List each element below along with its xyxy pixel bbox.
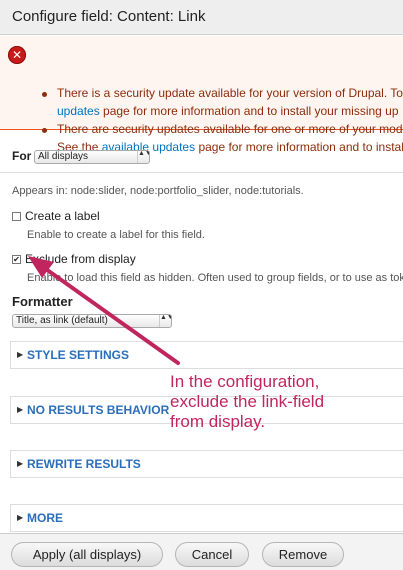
create-label-row[interactable]: Create a label [12,209,100,223]
formatter-label: Formatter [12,294,73,309]
collapse-triangle-icon: ▶ [17,405,24,414]
fieldset-label[interactable]: REWRITE RESULTS [27,457,141,471]
formatter-select-value: Title, as link (default) [16,315,108,326]
message-line: There is a security update available for… [57,86,403,100]
remove-button[interactable]: Remove [262,542,344,567]
fieldset-more[interactable]: ▶ MORE [10,504,403,532]
formatter-select[interactable]: Title, as link (default) ▲▼ [12,314,172,328]
for-label: For [12,149,32,163]
exclude-label: Exclude from display [25,252,136,266]
create-label-label: Create a label [25,209,100,223]
apply-button[interactable]: Apply (all displays) [11,542,163,567]
exclude-row[interactable]: ✔ Exclude from display [12,252,136,266]
divider [0,172,403,173]
for-select-value: All displays [38,151,89,162]
annotation-line: In the configuration, [170,372,320,391]
cancel-button[interactable]: Cancel [175,542,249,567]
annotation-text: In the configuration, exclude the link-f… [170,372,324,432]
error-icon: ✕ [8,46,26,64]
appears-in-text: Appears in: node:slider, node:portfolio_… [12,185,304,197]
collapse-triangle-icon: ▶ [17,350,24,359]
annotation-line: from display. [170,412,266,431]
dialog-title-bar: Configure field: Content: Link [0,0,403,35]
exclude-description: Enable to load this field as hidden. Oft… [27,272,403,284]
select-arrows-icon: ▲▼ [137,151,149,163]
bullet [42,128,47,133]
collapse-triangle-icon: ▶ [17,459,24,468]
message-line: updates page for more information and to… [57,104,399,118]
bullet [42,92,47,97]
for-row: For All displays ▲▼ [0,146,403,168]
select-arrows-icon: ▲▼ [159,315,171,327]
error-messages: ✕ There is a security update available f… [0,36,403,154]
fieldset-rewrite-results[interactable]: ▶ REWRITE RESULTS [10,450,403,478]
collapse-triangle-icon: ▶ [17,513,24,522]
updates-link[interactable]: updates [57,104,100,118]
annotation-line: exclude the link-field [170,392,325,411]
fieldset-label[interactable]: MORE [27,511,63,525]
exclude-checkbox[interactable]: ✔ [12,255,21,265]
message-line: There are security updates available for… [57,122,403,136]
fieldset-style-settings[interactable]: ▶ STYLE SETTINGS [10,341,403,369]
dialog-footer: Apply (all displays) Cancel Remove [0,533,403,570]
dialog-title: Configure field: Content: Link [12,8,206,25]
fieldset-label[interactable]: STYLE SETTINGS [27,348,129,362]
fieldset-label[interactable]: NO RESULTS BEHAVIOR [27,403,169,417]
create-label-checkbox[interactable] [12,212,21,222]
create-label-description: Enable to create a label for this field. [27,229,205,241]
for-select[interactable]: All displays ▲▼ [34,150,150,164]
